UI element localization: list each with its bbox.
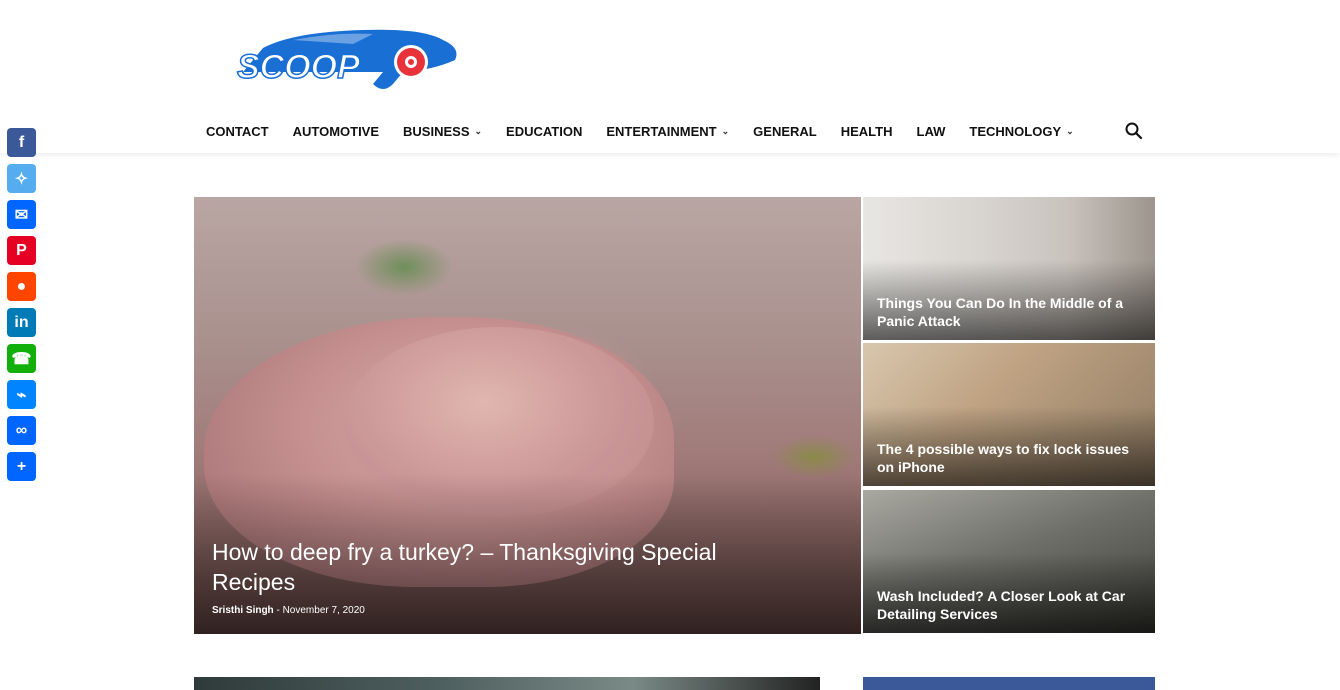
facebook-like-widget[interactable] (863, 677, 1155, 690)
nav-item-technology[interactable]: TECHNOLOGY ⌄ (969, 124, 1073, 139)
main-nav: CONTACT AUTOMOTIVE BUSINESS ⌄ EDUCATION ENTER… (194, 117, 1086, 145)
featured-title[interactable]: How to deep fry a turkey? – Thanksgiving… (212, 537, 732, 597)
side-post-title[interactable]: The 4 possible ways to fix lock issues o… (877, 440, 1145, 476)
share-bar: f ✧ ✉ P ● in ☎ ⌁ ∞ + (7, 128, 37, 488)
chevron-down-icon: ⌄ (1066, 125, 1074, 136)
nav-item-automotive[interactable]: AUTOMOTIVE (293, 124, 379, 139)
side-post-1[interactable]: Things You Can Do In the Middle of a Pan… (863, 197, 1155, 340)
side-post-3[interactable]: Wash Included? A Closer Look at Car Deta… (863, 490, 1155, 633)
nav-item-label: BUSINESS (403, 123, 470, 139)
chevron-down-icon: ⌄ (721, 125, 730, 136)
chevron-down-icon: ⌄ (474, 125, 483, 136)
nav-item-entertainment[interactable]: ENTERTAINMENT ⌄ (606, 124, 729, 139)
facebook-icon[interactable]: f (7, 128, 36, 157)
site-logo[interactable]: SCOOP (233, 26, 461, 96)
site-header: SCOOP CONTACT AUTOMOTIVE BUSINESS ⌄ EDUCATIO… (0, 0, 1340, 153)
nav-item-health[interactable]: HEALTH (841, 124, 893, 139)
meta-separator: - (276, 605, 280, 616)
featured-date: November 7, 2020 (282, 605, 365, 616)
featured-grid: How to deep fry a turkey? – Thanksgiving… (194, 197, 1155, 634)
messenger-icon[interactable]: ⌁ (7, 380, 36, 409)
nav-item-general[interactable]: GENERAL (753, 124, 817, 139)
logo-text: SCOOP (237, 48, 360, 86)
twitter-icon[interactable]: ✧ (7, 164, 36, 193)
nav-item-label: EDUCATION (506, 123, 583, 139)
nav-item-label: GENERAL (753, 123, 817, 139)
whatsapp-icon[interactable]: ☎ (7, 344, 36, 373)
featured-author[interactable]: Sristhi Singh (212, 605, 274, 616)
nav-item-label: TECHNOLOGY (969, 123, 1062, 139)
nav-item-contact[interactable]: CONTACT (206, 124, 269, 139)
nav-item-business[interactable]: BUSINESS ⌄ (403, 124, 482, 139)
nav-item-label: HEALTH (840, 123, 893, 139)
side-post-title[interactable]: Wash Included? A Closer Look at Car Deta… (877, 587, 1145, 623)
featured-meta: Sristhi Singh - November 7, 2020 (212, 605, 365, 616)
side-post-title[interactable]: Things You Can Do In the Middle of a Pan… (877, 294, 1145, 330)
nav-item-label: CONTACT (206, 123, 269, 139)
plus-icon[interactable]: + (7, 452, 36, 481)
featured-post[interactable]: How to deep fry a turkey? – Thanksgiving… (194, 197, 861, 634)
nav-item-law[interactable]: LAW (917, 124, 946, 139)
email-icon[interactable]: ✉ (7, 200, 36, 229)
nav-item-label: AUTOMOTIVE (292, 123, 380, 139)
search-icon[interactable] (1124, 121, 1144, 141)
next-post-image[interactable] (194, 677, 820, 690)
reddit-icon[interactable]: ● (7, 272, 36, 301)
nav-item-label: ENTERTAINMENT (606, 123, 717, 139)
pinterest-icon[interactable]: P (7, 236, 36, 265)
linkedin-icon[interactable]: in (7, 308, 36, 337)
link-icon[interactable]: ∞ (7, 416, 36, 445)
nav-item-label: LAW (916, 123, 946, 139)
nav-item-education[interactable]: EDUCATION (506, 124, 582, 139)
side-post-2[interactable]: The 4 possible ways to fix lock issues o… (863, 343, 1155, 486)
